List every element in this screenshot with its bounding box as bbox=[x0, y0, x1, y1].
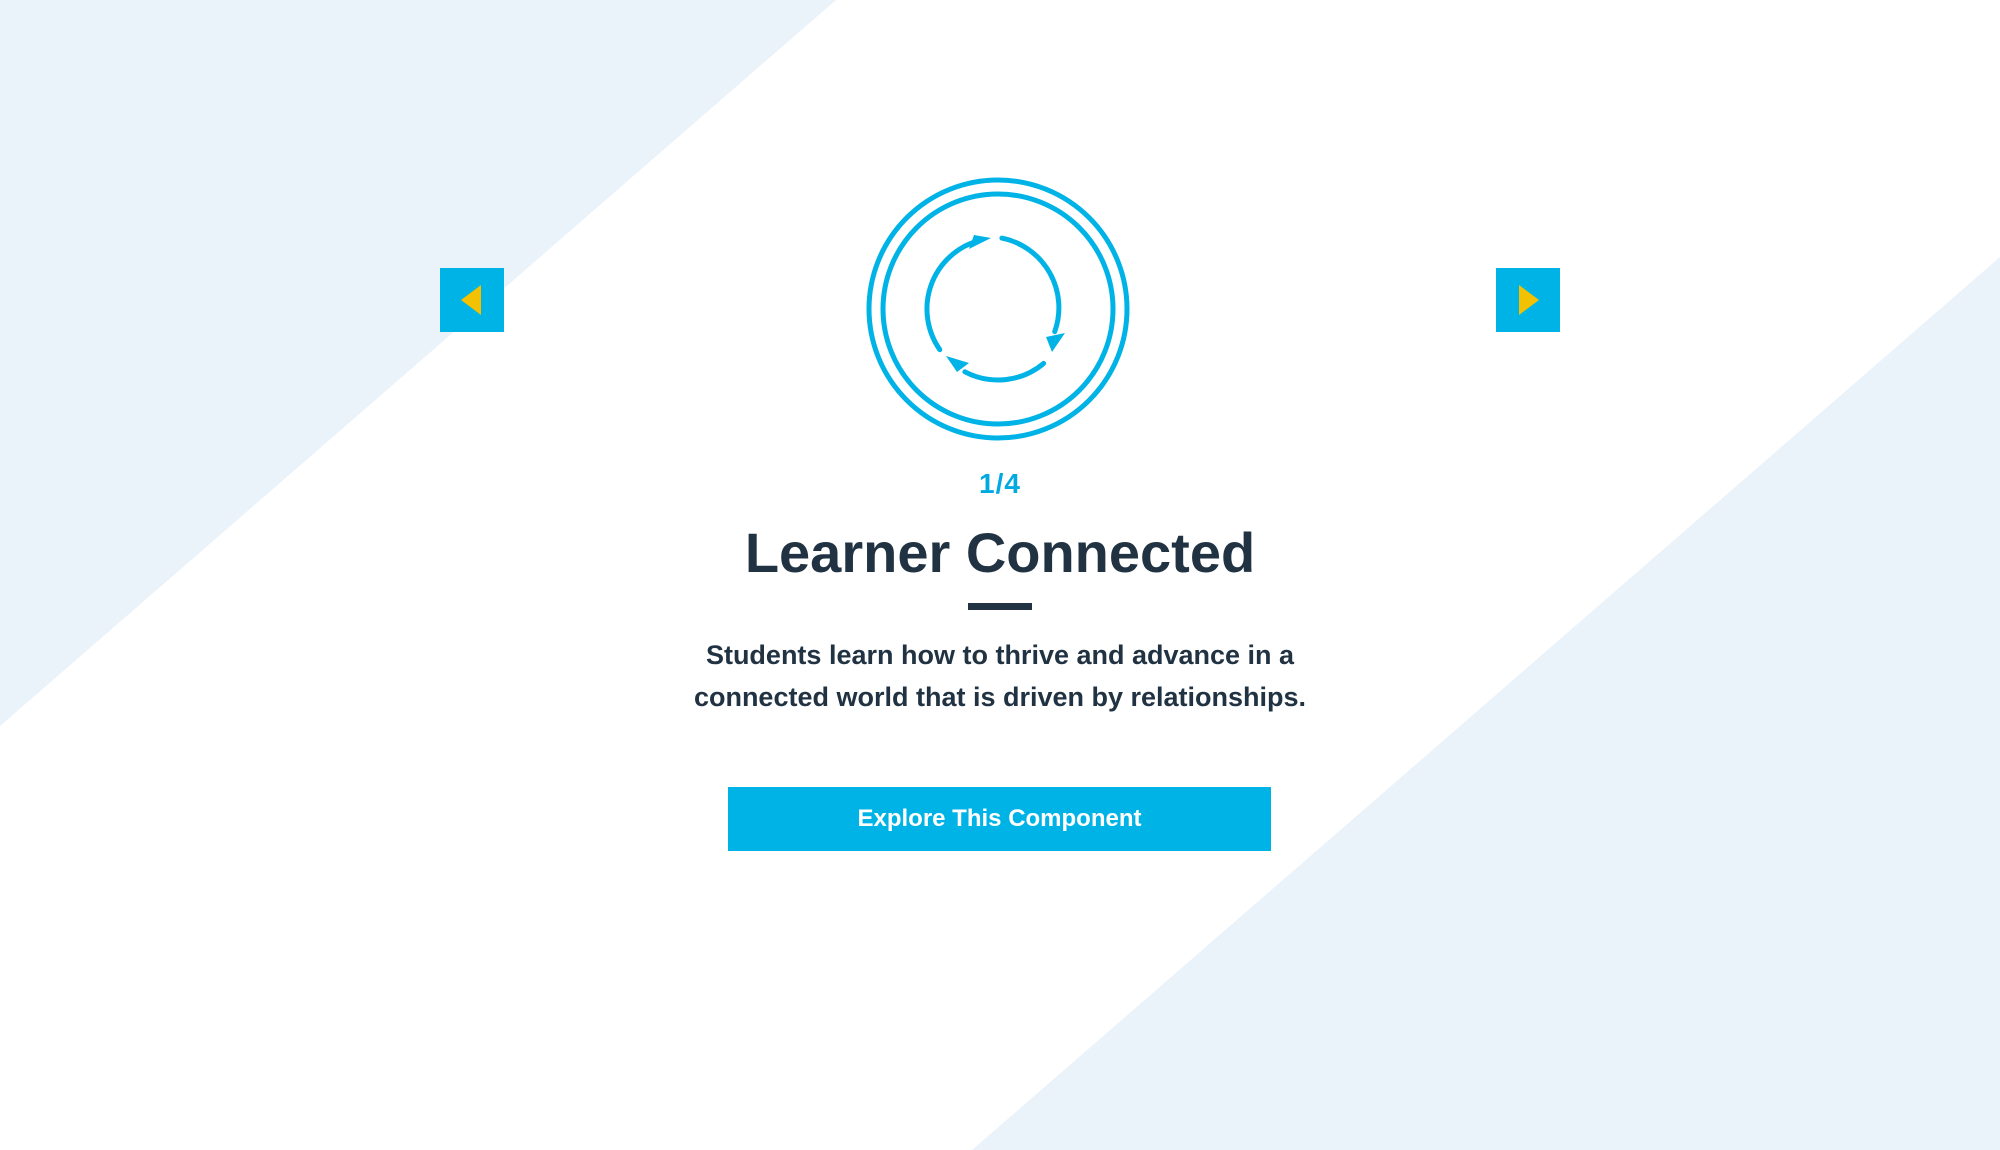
cycle-arrows-icon bbox=[866, 177, 1130, 441]
explore-component-button[interactable]: Explore This Component bbox=[728, 787, 1271, 851]
slide-title: Learner Connected bbox=[744, 521, 1256, 584]
triangle-left-icon bbox=[461, 285, 481, 315]
cycle-arrows-emblem bbox=[866, 177, 1130, 441]
title-divider bbox=[968, 603, 1032, 610]
slide-counter: 1/4 bbox=[979, 468, 1021, 499]
previous-slide-button[interactable] bbox=[440, 268, 504, 332]
triangle-right-icon bbox=[1519, 285, 1539, 315]
slide-description: Students learn how to thrive and advance… bbox=[693, 640, 1307, 712]
next-slide-button[interactable] bbox=[1496, 268, 1560, 332]
carousel-slide: 1/4 Learner Connected Students learn how… bbox=[0, 0, 2000, 1150]
